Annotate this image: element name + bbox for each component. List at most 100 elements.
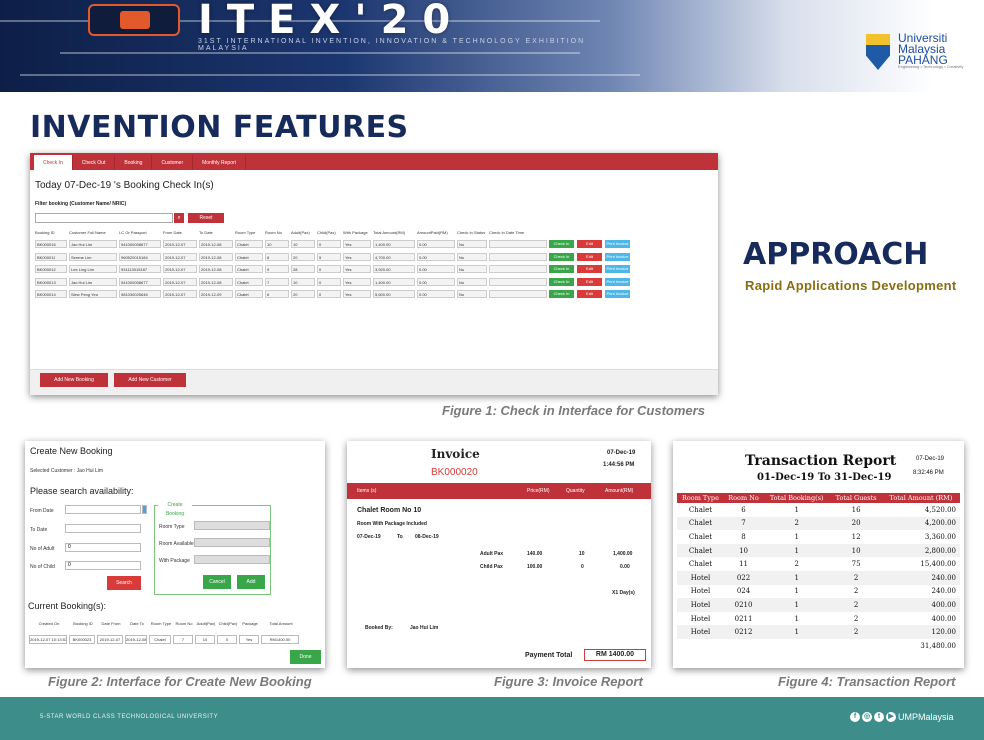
check-in-button[interactable]: Check In [549,252,574,261]
booking-col-header: Adult(Pax) [196,621,216,626]
print-invoice-button[interactable]: Print Invoice [605,277,630,286]
tab-booking[interactable]: Booking [115,155,153,170]
checkin-cell-value[interactable] [489,240,547,249]
checkin-cell-value[interactable] [489,277,547,286]
check-in-button[interactable]: Check In [549,290,574,299]
transaction-row: Chalet 8 1 12 3,360.00 [677,530,960,544]
transaction-cell: 022 [723,570,764,585]
edit-button[interactable]: Edit [577,252,602,261]
print-invoice-button[interactable]: Print Invoice [605,240,630,249]
transaction-row: Chalet 7 2 20 4,200.00 [677,516,960,531]
checkin-row: BK000011 Serene Lim 960520015184 2019-12-07… [34,251,716,264]
checkin-title: Today 07-Dec-19 's Booking Check In(s) [35,180,214,191]
transaction-cell: 10 [830,543,882,558]
facebook-icon[interactable]: f [850,712,860,722]
checkin-cell: Jao Hui Lim [68,238,118,251]
checkin-col-header: Child(Pax) [317,230,336,235]
from-date-input[interactable] [65,505,141,514]
edit-button[interactable]: Edit [577,265,602,274]
checkin-cell-value[interactable] [489,265,547,274]
from-date-label: From Date [30,508,54,514]
check-in-button[interactable]: Check In [549,240,574,249]
checkin-cell: No [456,238,488,251]
invoice-date: 07-Dec-19 [607,450,636,456]
room-available-select[interactable] [194,538,270,547]
twitter-icon[interactable]: t [874,712,884,722]
transaction-cell: 0210 [723,598,764,612]
transaction-cell: 75 [851,560,861,569]
room-type-select[interactable] [194,521,270,530]
check-in-button[interactable]: Check In [549,277,574,286]
booking-cell: RM1400.00 [261,635,299,644]
checkin-cell-value: Yes [343,277,371,286]
checkin-cell-value: No [457,240,487,249]
checkin-cell: Yes [342,288,372,301]
done-button[interactable]: Done [290,650,321,664]
package-select[interactable] [194,555,270,564]
cancel-button[interactable]: Cancel [203,575,231,589]
checkin-cell-value: 0.00 [417,290,455,299]
figure2-create-booking-screenshot: Create New Booking Selected Customer : J… [25,441,325,668]
filter-input[interactable] [35,213,173,223]
calendar-icon[interactable] [142,505,147,514]
print-invoice-button[interactable]: Print Invoice [605,265,630,274]
checkin-cell-value: 4,700.00 [373,252,415,261]
checkin-cell: 941000008677 [118,238,162,251]
checkin-cell: 5 [316,251,342,264]
transaction-cell: 15,400.00 [920,560,956,569]
transaction-cell: Chalet [688,560,713,569]
checkin-cell: 9 [264,263,290,276]
add-button[interactable]: Add [237,575,265,589]
checkin-row: BK000016 Jao Hui Lim 941000008677 2019-12-0… [34,238,716,251]
checkin-cell-value: 9 [265,265,289,274]
booking-cell: BK000023 [69,635,95,644]
booking-col-header: Child(Pax) [218,621,238,626]
invoice-days: X1 Day(s) [612,590,635,596]
checkin-cell-value: 6 [265,290,289,299]
checkin-cell-value: 0 [317,277,341,286]
transaction-col-header: Room No [723,493,764,503]
checkin-row: BK000014 Siew Peng Yeu 981030025646 2019-12… [34,288,716,301]
checkin-cell-value: 931113015187 [119,265,161,274]
social-handle[interactable]: UMPMalaysia [898,712,954,722]
reset-button[interactable]: Reset [188,213,224,223]
checkin-cell-value[interactable] [489,252,547,261]
tab-monthly-report[interactable]: Monthly Report [193,155,247,170]
booking-cell: 0 [217,635,237,644]
child-input[interactable]: 0 [65,561,141,570]
transaction-cell: 1 [794,532,799,541]
checkin-col-header: Room Type [235,230,256,235]
edit-button[interactable]: Edit [577,277,602,286]
print-invoice-button[interactable]: Print Invoice [605,290,630,299]
edit-button[interactable]: Edit [577,290,602,299]
youtube-icon[interactable]: ▶ [886,712,896,722]
transaction-title: Transaction Report [745,453,897,469]
checkin-cell-value: 941000008677 [119,277,161,286]
add-new-booking-button[interactable]: Add New Booking [40,373,108,387]
invoice-to-word: To [397,534,403,540]
transaction-row: Chalet 6 1 16 4,520.00 [677,503,960,517]
filter-label: Filter booking (Customer Name/ NRIC) [35,201,127,207]
checkin-cell: 2019-12-08 [198,251,234,264]
edit-button[interactable]: Edit [577,240,602,249]
print-invoice-button[interactable]: Print Invoice [605,252,630,261]
checkin-cell-value: 0.00 [417,240,455,249]
checkin-cell-value: Chalet [235,290,263,299]
check-in-button[interactable]: Check In [549,265,574,274]
row-actions: Check In Edit Print Invoice [548,238,716,251]
checkin-cell: 0.00 [416,288,456,301]
instagram-icon[interactable]: ◎ [862,712,872,722]
add-new-customer-button[interactable]: Add New Customer [114,373,186,387]
tab-customer[interactable]: Customer [152,155,194,170]
search-icon[interactable]: ⌕ [174,213,184,223]
booking-col-header: Created On [38,621,60,626]
transaction-cell: 12 [851,532,861,541]
tab-check-in[interactable]: Check In [34,155,73,170]
transaction-cell: 1 [763,625,831,639]
to-date-input[interactable] [65,524,141,533]
tab-bar: Check In Check Out Booking Customer Mont… [30,153,718,170]
tab-check-out[interactable]: Check Out [73,155,116,170]
search-button[interactable]: Search [107,576,141,590]
checkin-cell-value[interactable] [489,290,547,299]
adult-input[interactable]: 0 [65,543,141,552]
